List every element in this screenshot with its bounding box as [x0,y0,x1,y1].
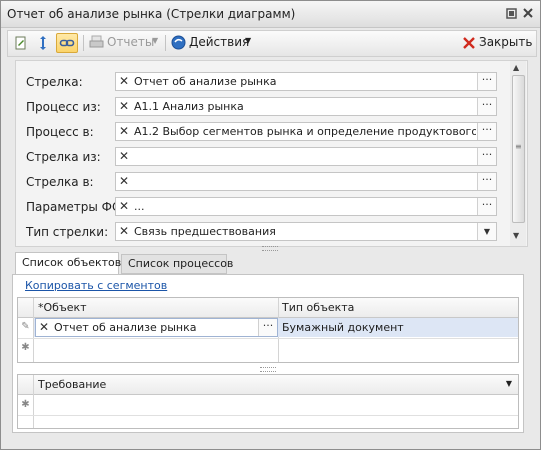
ellipsis-button[interactable]: ··· [477,198,496,215]
field-value: ... [134,200,145,213]
toolbar-separator [83,35,84,51]
field-value: A1.1 Анализ рынка [134,100,244,113]
title-bar: Отчет об анализе рынка (Стрелки диаграмм… [1,1,540,28]
column-header-requirement[interactable]: Требование [38,378,106,391]
actions-button[interactable]: Действия ▼ [170,33,254,53]
grid-header: *Объект Тип объекта [18,298,518,318]
clear-icon[interactable]: ✕ [116,148,132,165]
edit-pencil-icon: ✎ [21,321,30,332]
row-divider [18,338,518,339]
window-title: Отчет об анализе рынка (Стрелки диаграмм… [7,7,296,21]
clear-icon[interactable]: ✕ [36,319,52,336]
splitter-grip[interactable] [260,367,276,372]
toolbar-separator [165,35,166,51]
form-scrollbar[interactable]: ▲ ≡ ▼ [510,61,526,246]
clear-icon[interactable]: ✕ [116,173,132,190]
properties-form: Стрелка: ✕ Отчет об анализе рынка ··· Пр… [15,60,528,247]
ellipsis-button[interactable]: ··· [477,73,496,90]
field-value: Связь предшествования [134,225,276,238]
grid-header: Требование ▼ [18,375,518,395]
expand-button[interactable] [34,33,52,53]
edit-document-button[interactable] [12,33,30,53]
arrow-from-field[interactable]: ✕ ··· [115,147,497,166]
arrow-type-select[interactable]: ✕ Связь предшествования ▼ [115,222,497,241]
ellipsis-button[interactable]: ··· [258,319,277,336]
field-label: Тип стрелки: [26,225,109,239]
toolbar: Отчеты ▼ Действия ▼ Закрыть [7,30,537,57]
chevron-down-icon[interactable]: ▼ [506,379,512,388]
tab-objects[interactable]: Список объектов [15,252,121,275]
clear-icon[interactable]: ✕ [116,123,132,140]
chevron-down-icon: ▼ [152,36,159,45]
objects-tab-panel: Копировать с сегментов *Объект Тип объек… [12,274,524,433]
clear-icon[interactable]: ✕ [116,73,132,90]
object-cell-editor[interactable]: ✕ Отчет об анализе рынка ··· [35,318,278,337]
actions-label: Действия [189,35,250,49]
field-label: Процесс из: [26,100,101,114]
close-icon[interactable] [522,8,534,20]
field-value: A1.2 Выбор сегментов рынка и определение… [134,125,476,138]
field-label: Стрелка из: [26,150,101,164]
row-divider [18,415,518,416]
object-type-cell[interactable]: Бумажный документ [282,321,404,334]
field-label: Процесс в: [26,125,94,139]
clear-icon[interactable]: ✕ [116,223,132,240]
chain-link-icon [59,39,75,47]
edit-document-icon [15,36,26,50]
arrow-to-field[interactable]: ✕ ··· [115,172,497,191]
process-to-field[interactable]: ✕ A1.2 Выбор сегментов рынка и определен… [115,122,497,141]
requirements-grid: Требование ▼ ✱ [17,374,519,429]
dropdown-arrow-icon[interactable]: ▼ [477,223,496,240]
ellipsis-button[interactable]: ··· [477,123,496,140]
column-header-object[interactable]: *Объект [38,301,87,314]
ellipsis-button[interactable]: ··· [477,173,496,190]
scroll-up-icon[interactable]: ▲ [513,63,519,72]
arrow-field[interactable]: ✕ Отчет об анализе рынка ··· [115,72,497,91]
new-row-asterisk-icon: ✱ [21,342,30,353]
clear-icon[interactable]: ✕ [116,98,132,115]
scroll-down-icon[interactable]: ▼ [513,231,519,240]
ellipsis-button[interactable]: ··· [477,98,496,115]
reports-label: Отчеты [107,35,155,49]
scroll-thumb[interactable]: ≡ [512,75,525,223]
close-button[interactable]: Закрыть [460,33,532,53]
link-button[interactable] [56,33,78,53]
objects-grid: *Объект Тип объекта ✎ ✕ Отчет об анализе… [17,297,519,363]
reports-button[interactable]: Отчеты ▼ [88,33,162,53]
field-label: Стрелка в: [26,175,94,189]
column-divider [33,375,34,428]
chevron-down-icon: ▼ [245,36,252,45]
ellipsis-button[interactable]: ··· [477,148,496,165]
field-value: Отчет об анализе рынка [134,75,277,88]
new-row-asterisk-icon: ✱ [21,399,30,410]
splitter-grip[interactable] [262,246,278,251]
pin-icon[interactable] [505,8,517,20]
printer-icon [89,35,104,48]
copy-from-segments-link[interactable]: Копировать с сегментов [25,279,167,292]
column-header-object-type[interactable]: Тип объекта [282,301,354,314]
grip-icon: ≡ [515,142,522,151]
tab-processes[interactable]: Список процессов [121,254,233,274]
close-icon [463,37,475,49]
expand-vertical-icon [40,36,46,50]
globe-icon [171,35,186,50]
object-value: Отчет об анализе рынка [54,321,197,334]
field-label: Стрелка: [26,75,83,89]
close-label: Закрыть [479,35,533,49]
process-from-field[interactable]: ✕ A1.1 Анализ рынка ··· [115,97,497,116]
fsa-params-field[interactable]: ✕ ... ··· [115,197,497,216]
dialog-window: Отчет об анализе рынка (Стрелки диаграмм… [0,0,541,450]
clear-icon[interactable]: ✕ [116,198,132,215]
